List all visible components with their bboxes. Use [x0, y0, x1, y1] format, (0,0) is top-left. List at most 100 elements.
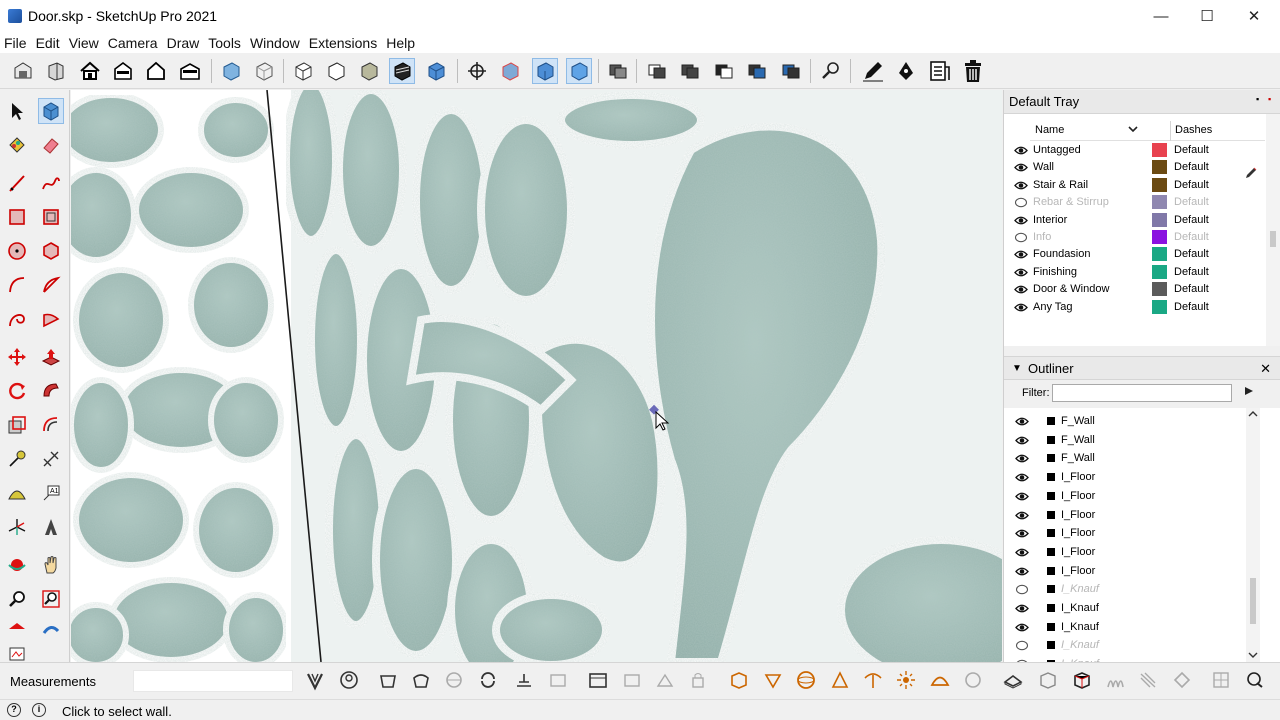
menu-file[interactable]: File — [4, 35, 27, 51]
outliner-row[interactable]: I_Floor — [1004, 506, 1244, 525]
pin-icon[interactable]: ▪ — [1256, 95, 1265, 104]
filter-input[interactable] — [1052, 384, 1232, 402]
outer-shell-icon[interactable] — [605, 58, 631, 84]
measurements-input[interactable] — [133, 670, 293, 692]
eraser-icon[interactable] — [38, 132, 64, 158]
solid-tools-icon[interactable] — [566, 58, 592, 84]
tag-row[interactable]: Info Default — [1004, 229, 1264, 246]
label-icon[interactable] — [586, 668, 612, 694]
sphere-icon[interactable] — [828, 668, 854, 694]
eye-icon[interactable] — [1015, 491, 1029, 502]
outliner-row[interactable]: I_Knauf — [1004, 599, 1244, 618]
pan-icon[interactable] — [38, 552, 64, 578]
eye-icon[interactable] — [1015, 622, 1029, 633]
hatch-icon[interactable] — [1136, 668, 1162, 694]
collapse-triangle-icon[interactable]: ▼ — [1012, 363, 1022, 374]
eye-icon[interactable] — [1015, 528, 1029, 539]
tag-dashes[interactable]: Default — [1174, 283, 1209, 295]
tags-col-dashes[interactable]: Dashes — [1175, 124, 1212, 136]
report-icon[interactable] — [927, 58, 953, 84]
front-view-icon[interactable] — [110, 58, 136, 84]
section-display-icon[interactable] — [464, 58, 490, 84]
tag-color-swatch[interactable] — [1152, 160, 1167, 175]
scroll-up-icon[interactable] — [1248, 409, 1258, 419]
pencil-icon[interactable] — [1244, 166, 1258, 180]
pencil-icon[interactable] — [860, 58, 886, 84]
stamp-icon[interactable] — [409, 668, 435, 694]
monochrome-icon[interactable] — [389, 58, 415, 84]
camera-icon[interactable] — [686, 668, 712, 694]
eye-icon[interactable] — [1015, 547, 1029, 558]
tag-dashes[interactable]: Default — [1174, 301, 1209, 313]
union-icon[interactable] — [677, 58, 703, 84]
tag-color-swatch[interactable] — [1152, 195, 1167, 210]
home-view-icon[interactable] — [77, 58, 103, 84]
follow-me-icon[interactable] — [38, 378, 64, 404]
extension-icon[interactable] — [1243, 668, 1269, 694]
add-detail-icon[interactable] — [476, 668, 502, 694]
geo-location-icon[interactable] — [761, 668, 787, 694]
cube-icon[interactable] — [1001, 668, 1027, 694]
sandbox-from-scratch-icon[interactable] — [337, 668, 363, 694]
smoove-icon[interactable] — [376, 668, 402, 694]
outliner-row[interactable]: F_Wall — [1004, 431, 1244, 450]
eye-icon[interactable] — [1014, 162, 1028, 173]
sandbox-from-contours-icon[interactable] — [303, 668, 329, 694]
tag-row[interactable]: Rebar & Stirrup Default — [1004, 194, 1264, 211]
search-icon[interactable] — [818, 58, 844, 84]
tag-row[interactable]: Door & Window Default — [1004, 281, 1264, 298]
tags-scrollbar[interactable] — [1266, 114, 1280, 346]
tag-dashes[interactable]: Default — [1174, 214, 1209, 226]
photo-match-icon[interactable] — [653, 668, 679, 694]
pen-icon[interactable] — [893, 58, 919, 84]
freehand-icon[interactable] — [38, 170, 64, 196]
menu-camera[interactable]: Camera — [108, 35, 158, 51]
eye-icon[interactable] — [1014, 249, 1028, 260]
intersect-icon[interactable] — [644, 58, 670, 84]
three-point-arc-icon[interactable] — [4, 306, 30, 332]
tape-measure-icon[interactable] — [4, 446, 30, 472]
push-pull-icon[interactable] — [38, 344, 64, 370]
rectangle-icon[interactable] — [4, 204, 30, 230]
3d-text-icon[interactable] — [38, 514, 64, 540]
component-icon[interactable] — [43, 58, 69, 84]
pie-icon[interactable] — [38, 306, 64, 332]
paint-bucket-icon[interactable] — [4, 132, 30, 158]
outliner-row[interactable]: F_Wall — [1004, 412, 1244, 431]
eye-icon[interactable] — [1015, 603, 1029, 614]
section-cut-icon[interactable] — [497, 58, 523, 84]
box-icon[interactable] — [1070, 668, 1096, 694]
eye-hidden-icon[interactable] — [1015, 584, 1029, 595]
eye-hidden-icon[interactable] — [1014, 232, 1028, 243]
zoom-window-icon[interactable] — [38, 586, 64, 612]
make-component-icon[interactable] — [38, 98, 64, 124]
tags-col-name[interactable]: Name — [1035, 124, 1064, 136]
tag-row[interactable]: Any Tag Default — [1004, 299, 1264, 316]
eye-icon[interactable] — [1015, 510, 1029, 521]
shaded-icon[interactable] — [323, 58, 349, 84]
eye-icon[interactable] — [1014, 302, 1028, 313]
wireframe-icon[interactable] — [251, 58, 277, 84]
previous-view-icon[interactable] — [38, 616, 64, 642]
model-viewport[interactable] — [71, 90, 1002, 662]
tag-color-swatch[interactable] — [1152, 212, 1167, 227]
eye-icon[interactable] — [1015, 453, 1029, 464]
tag-dashes[interactable]: Default — [1174, 248, 1209, 260]
menu-edit[interactable]: Edit — [36, 35, 60, 51]
scroll-down-icon[interactable] — [1248, 650, 1258, 660]
xray-icon[interactable] — [218, 58, 244, 84]
eye-icon[interactable] — [1014, 145, 1028, 156]
tag-dashes[interactable]: Default — [1174, 161, 1209, 173]
protractor-icon[interactable] — [4, 480, 30, 506]
dimension-style-icon[interactable] — [546, 668, 572, 694]
eye-icon[interactable] — [1015, 566, 1029, 577]
outliner-close-icon[interactable]: ✕ — [1260, 361, 1271, 377]
menu-extensions[interactable]: Extensions — [309, 35, 377, 51]
eye-hidden-icon[interactable] — [1015, 640, 1029, 651]
component-edit-icon[interactable] — [1103, 668, 1129, 694]
move-icon[interactable] — [4, 344, 30, 370]
house-outline-icon[interactable] — [143, 58, 169, 84]
soften-icon[interactable] — [794, 668, 820, 694]
eye-icon[interactable] — [1014, 215, 1028, 226]
outliner-options-icon[interactable] — [1243, 385, 1255, 400]
